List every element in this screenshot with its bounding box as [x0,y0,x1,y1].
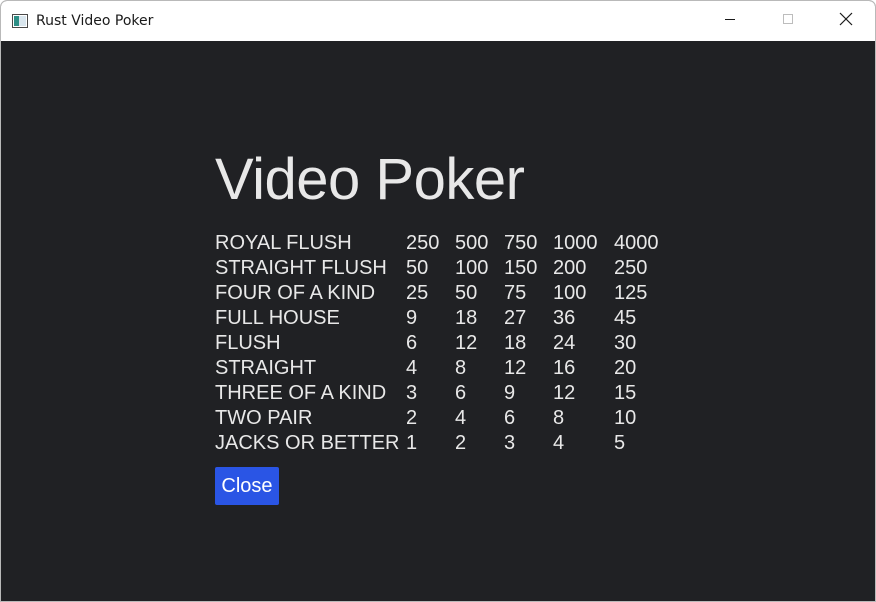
paytable-row: STRAIGHT 4 8 12 16 20 [215,356,674,381]
paytable-row: FULL HOUSE 9 18 27 36 45 [215,306,674,331]
payout-value: 45 [614,307,637,329]
payout-value: 750 [504,232,538,254]
payout-value: 6 [406,332,418,354]
payout-value: 150 [504,257,538,279]
payout-value: 12 [455,332,478,354]
payout-value: 12 [553,382,576,404]
minimize-icon [724,13,736,29]
payout-value: 125 [614,282,648,304]
paytable-row: STRAIGHT FLUSH 50 100 150 200 250 [215,256,674,281]
payout-value: 1 [406,432,418,454]
payout-value: 9 [406,307,418,329]
maximize-button[interactable] [759,1,817,41]
payout-value: 50 [406,257,429,279]
main-content: Video Poker ROYAL FLUSH 250 500 750 1000 4000… [1,41,875,601]
paytable-row: TWO PAIR 2 4 6 8 10 [215,406,674,431]
payout-value: 1000 [553,232,598,254]
paytable-row: THREE OF A KIND 3 6 9 12 15 [215,381,674,406]
payout-value: 36 [553,307,576,329]
payout-value: 6 [455,382,467,404]
paytable-row: FOUR OF A KIND 25 50 75 100 125 [215,281,674,306]
hand-name: ROYAL FLUSH [215,232,352,254]
paytable-row: ROYAL FLUSH 250 500 750 1000 4000 [215,231,674,256]
payout-value: 6 [504,407,516,429]
payout-value: 4000 [614,232,659,254]
payout-value: 18 [455,307,478,329]
payout-value: 200 [553,257,587,279]
payout-value: 100 [553,282,587,304]
payout-value: 15 [614,382,637,404]
payout-value: 20 [614,357,637,379]
minimize-button[interactable] [701,1,759,41]
hand-name: FOUR OF A KIND [215,282,376,304]
payout-value: 3 [504,432,516,454]
paytable: ROYAL FLUSH 250 500 750 1000 4000 STRAIGHT FLU… [215,231,674,456]
paytable-row: JACKS OR BETTER 1 2 3 4 5 [215,431,674,456]
close-button[interactable]: Close [215,467,279,505]
hand-name: STRAIGHT FLUSH [215,257,387,279]
payout-value: 500 [455,232,489,254]
payout-value: 250 [406,232,440,254]
hand-name: THREE OF A KIND [215,382,387,404]
close-icon [839,12,853,30]
payout-value: 4 [406,357,418,379]
payout-value: 25 [406,282,429,304]
payout-value: 12 [504,357,527,379]
hand-name: TWO PAIR [215,407,313,429]
payout-value: 2 [455,432,467,454]
payout-value: 5 [614,432,626,454]
hand-name: JACKS OR BETTER [215,432,400,454]
payout-value: 27 [504,307,527,329]
payout-value: 75 [504,282,527,304]
hand-name: FULL HOUSE [215,307,340,329]
payout-value: 30 [614,332,637,354]
payout-value: 250 [614,257,648,279]
payout-value: 18 [504,332,527,354]
payout-value: 24 [553,332,576,354]
payout-value: 2 [406,407,418,429]
payout-value: 10 [614,407,637,429]
page-title: Video Poker [215,147,525,212]
app-window: Rust Video Poker Video Poker ROYAL FLUSH… [0,0,876,602]
paytable-row: FLUSH 6 12 18 24 30 [215,331,674,356]
hand-name: STRAIGHT [215,357,317,379]
close-window-button[interactable] [817,1,875,41]
payout-value: 100 [455,257,489,279]
payout-value: 4 [553,432,565,454]
window-title: Rust Video Poker [36,13,154,29]
title-bar[interactable]: Rust Video Poker [1,1,875,41]
payout-value: 8 [553,407,565,429]
hand-name: FLUSH [215,332,281,354]
payout-value: 9 [504,382,516,404]
maximize-icon [782,13,794,29]
payout-value: 50 [455,282,478,304]
payout-value: 4 [455,407,467,429]
payout-value: 16 [553,357,576,379]
app-icon [12,14,28,28]
payout-value: 3 [406,382,418,404]
payout-value: 8 [455,357,467,379]
